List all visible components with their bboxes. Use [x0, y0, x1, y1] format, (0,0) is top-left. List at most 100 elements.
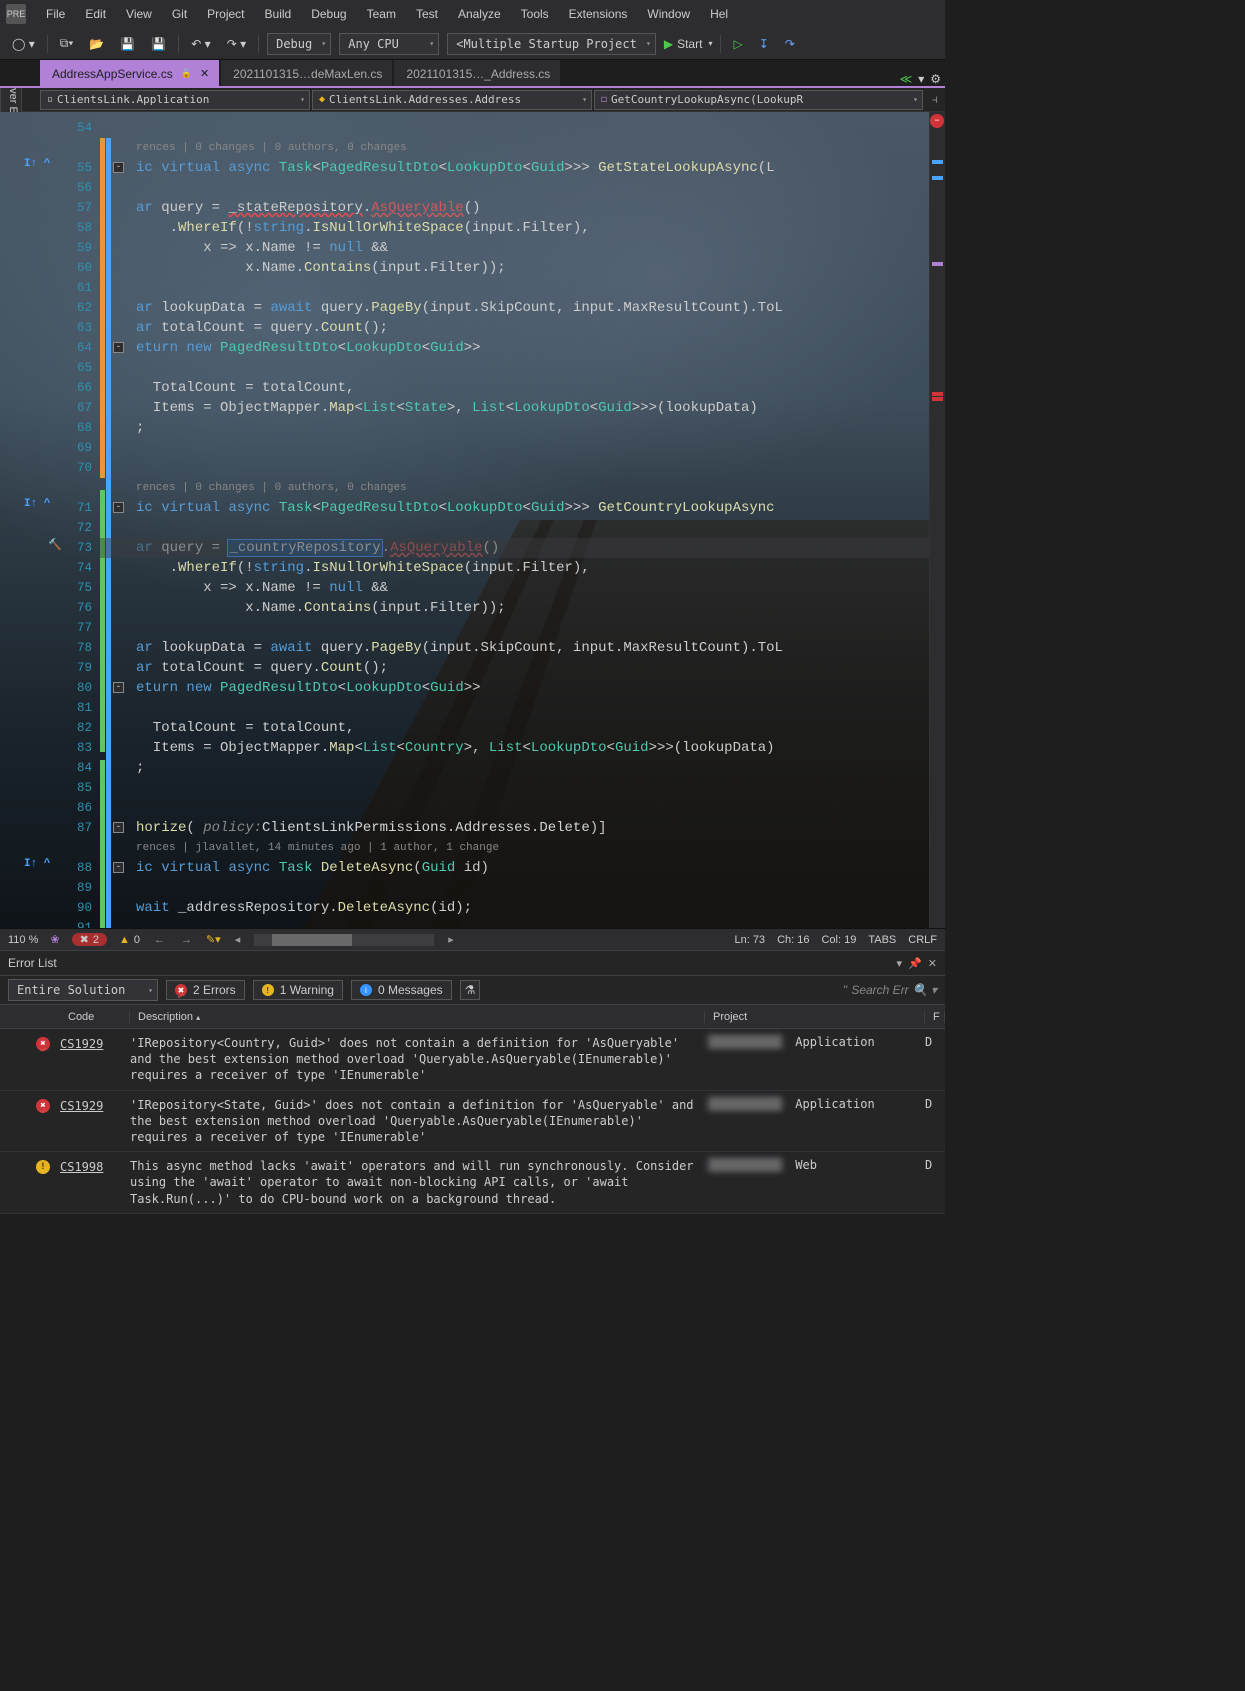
- error-columns-header[interactable]: Code Description ▴ Project F: [0, 1005, 945, 1029]
- error-description: 'IRepository<Country, Guid>' does not co…: [130, 1035, 705, 1084]
- settings-gear-icon[interactable]: ⚙: [930, 72, 941, 86]
- project-suffix: Application: [795, 1097, 874, 1111]
- config-dropdown[interactable]: Debug: [267, 33, 331, 55]
- app-logo-icon: PRE: [6, 4, 26, 24]
- error-code[interactable]: CS1998: [60, 1158, 130, 1174]
- namespace-dropdown[interactable]: ▫ClientsLink.Application: [40, 90, 310, 110]
- startup-dropdown[interactable]: <Multiple Startup Project: [447, 33, 656, 55]
- menu-team[interactable]: Team: [357, 3, 406, 25]
- menu-file[interactable]: File: [36, 3, 75, 25]
- editor-status-bar: 110 % ❀ ✖2 ▲0 ← → ✎▾ ◂ ▸ Ln: 73 Ch: 16 C…: [0, 928, 945, 950]
- project-name-blurred: ██████████: [705, 1097, 785, 1111]
- project-suffix: Application: [795, 1035, 874, 1049]
- member-dropdown[interactable]: ◻GetCountryLookupAsync(LookupR: [594, 90, 923, 110]
- cursor-char: Ch: 16: [777, 934, 809, 946]
- quick-action-icon[interactable]: 🔨: [48, 538, 62, 552]
- warning-count-badge[interactable]: ▲0: [119, 934, 140, 946]
- horizontal-scrollbar[interactable]: [254, 934, 434, 946]
- messages-filter[interactable]: i0 Messages: [351, 980, 452, 1000]
- overview-ruler[interactable]: −: [929, 112, 945, 928]
- line-ending[interactable]: CRLF: [908, 934, 937, 946]
- error-search-input[interactable]: '' Search Err 🔍 ▾: [843, 983, 937, 997]
- error-icon: ✖: [36, 1037, 50, 1051]
- tab-menu-icon[interactable]: ▾: [918, 72, 924, 86]
- error-code[interactable]: CS1929: [60, 1035, 130, 1051]
- warning-icon: !: [36, 1160, 50, 1174]
- menu-project[interactable]: Project: [197, 3, 254, 25]
- start-nodebug-icon[interactable]: ▷: [729, 35, 746, 53]
- project-name-blurred: ██████████: [705, 1035, 785, 1049]
- menu-extensions[interactable]: Extensions: [559, 3, 638, 25]
- doc-tab[interactable]: AddressAppService.cs🔒✕: [40, 60, 219, 86]
- open-button[interactable]: 📂: [85, 35, 108, 53]
- nav-back-button[interactable]: ◯ ▾: [8, 35, 39, 53]
- split-editor-icon[interactable]: ⫞: [925, 93, 945, 107]
- menu-window[interactable]: Window: [637, 3, 700, 25]
- menu-edit[interactable]: Edit: [75, 3, 116, 25]
- stop-marker-icon: −: [930, 114, 944, 128]
- menu-git[interactable]: Git: [162, 3, 197, 25]
- error-description: 'IRepository<State, Guid>' does not cont…: [130, 1097, 705, 1146]
- menu-build[interactable]: Build: [255, 3, 302, 25]
- new-item-button[interactable]: ⧉▾: [56, 34, 78, 53]
- close-icon[interactable]: ✕: [928, 957, 937, 970]
- project-suffix: Web: [795, 1158, 817, 1172]
- doc-tab[interactable]: 2021101315…_Address.cs: [394, 60, 560, 86]
- error-icon: ✖: [36, 1099, 50, 1113]
- doc-tab[interactable]: 2021101315…deMaxLen.cs: [221, 60, 392, 86]
- menu-analyze[interactable]: Analyze: [448, 3, 511, 25]
- pin-icon[interactable]: 📌: [908, 957, 922, 970]
- menu-test[interactable]: Test: [406, 3, 448, 25]
- error-row[interactable]: ! CS1998This async method lacks 'await' o…: [0, 1152, 945, 1214]
- scope-dropdown[interactable]: Entire Solution: [8, 979, 158, 1001]
- step-over-icon[interactable]: ↷: [781, 35, 799, 53]
- cursor-line: Ln: 73: [734, 934, 765, 946]
- tab-overflow-icon[interactable]: ≪: [900, 72, 913, 86]
- errors-filter[interactable]: ✖2 Errors: [166, 980, 245, 1000]
- error-list-panel: Error List ▾ 📌 ✕ Entire Solution ✖2 Erro…: [0, 950, 945, 1214]
- brush-icon[interactable]: ✎▾: [206, 933, 221, 946]
- undo-button[interactable]: ↶ ▾: [187, 35, 214, 53]
- panel-dropdown-icon[interactable]: ▾: [897, 957, 903, 970]
- implement-indicator-icon[interactable]: I↑ ^: [24, 858, 50, 870]
- next-issue-arrow[interactable]: →: [179, 934, 194, 946]
- menu-tools[interactable]: Tools: [511, 3, 559, 25]
- code-text-area[interactable]: rences | 0 changes | 0 authors, 0 change…: [100, 112, 945, 928]
- project-name-blurred: ██████████: [705, 1158, 785, 1172]
- start-button[interactable]: ▶Start▾: [664, 37, 713, 51]
- zoom-level[interactable]: 110 %: [8, 934, 38, 946]
- main-menubar: PRE FileEditViewGitProjectBuildDebugTeam…: [0, 0, 945, 28]
- class-dropdown[interactable]: ◆ClientsLink.Addresses.Address: [312, 90, 592, 110]
- code-editor[interactable]: I↑ ^I↑ ^I↑ ^🔨 54555657585960616263646566…: [0, 112, 945, 928]
- warnings-filter[interactable]: !1 Warning: [253, 980, 343, 1000]
- implement-indicator-icon[interactable]: I↑ ^: [24, 498, 50, 510]
- error-code[interactable]: CS1929: [60, 1097, 130, 1113]
- build-filter[interactable]: ⚗: [460, 980, 481, 1000]
- platform-dropdown[interactable]: Any CPU: [339, 33, 439, 55]
- prev-issue-arrow[interactable]: ←: [152, 934, 167, 946]
- step-into-icon[interactable]: ↧: [755, 35, 773, 53]
- close-icon[interactable]: ✕: [200, 67, 209, 80]
- redo-button[interactable]: ↷ ▾: [223, 35, 250, 53]
- navigation-bar: ▫ClientsLink.Application ◆ClientsLink.Ad…: [0, 88, 945, 112]
- file-col: D: [925, 1097, 945, 1111]
- error-description: This async method lacks 'await' operator…: [130, 1158, 705, 1207]
- pin-icon[interactable]: 🔒: [181, 68, 192, 79]
- menu-debug[interactable]: Debug: [301, 3, 356, 25]
- file-col: D: [925, 1158, 945, 1172]
- error-row[interactable]: ✖ CS1929'IRepository<Country, Guid>' does…: [0, 1029, 945, 1091]
- document-tab-bar: AddressAppService.cs🔒✕2021101315…deMaxLe…: [0, 60, 945, 88]
- cursor-col: Col: 19: [821, 934, 856, 946]
- panel-title: Error List: [8, 956, 57, 970]
- error-row[interactable]: ✖ CS1929'IRepository<State, Guid>' does n…: [0, 1091, 945, 1153]
- error-count-badge[interactable]: ✖2: [72, 933, 107, 946]
- health-icon[interactable]: ❀: [50, 933, 59, 946]
- indent-mode[interactable]: TABS: [868, 934, 896, 946]
- menu-hel[interactable]: Hel: [700, 3, 738, 25]
- menu-view[interactable]: View: [116, 3, 162, 25]
- save-icon[interactable]: 💾: [116, 35, 139, 53]
- save-all-icon[interactable]: 💾: [147, 35, 170, 53]
- file-col: D: [925, 1035, 945, 1049]
- implement-indicator-icon[interactable]: I↑ ^: [24, 158, 50, 170]
- main-toolbar: ◯ ▾ ⧉▾ 📂 💾 💾 ↶ ▾ ↷ ▾ Debug Any CPU <Mult…: [0, 28, 945, 60]
